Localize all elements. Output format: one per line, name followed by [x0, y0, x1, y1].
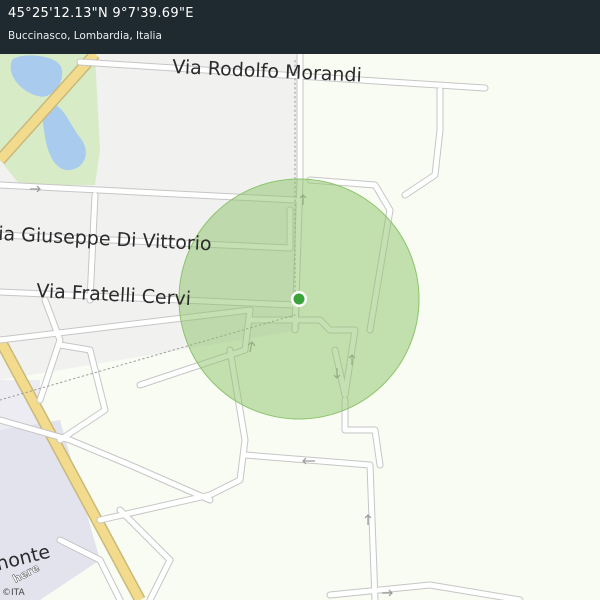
location-dot-icon[interactable]: [291, 291, 307, 307]
coordinates-text: 45°25'12.13"N 9°7'39.69"E: [8, 6, 194, 21]
map-canvas[interactable]: Via Rodolfo Morandi ia Giuseppe Di Vitto…: [0, 0, 600, 600]
map-copyright: ©ITA: [2, 588, 25, 598]
location-name: Buccinasco, Lombardia, Italia: [8, 30, 162, 42]
location-header: 45°25'12.13"N 9°7'39.69"E Buccinasco, Lo…: [0, 0, 600, 54]
